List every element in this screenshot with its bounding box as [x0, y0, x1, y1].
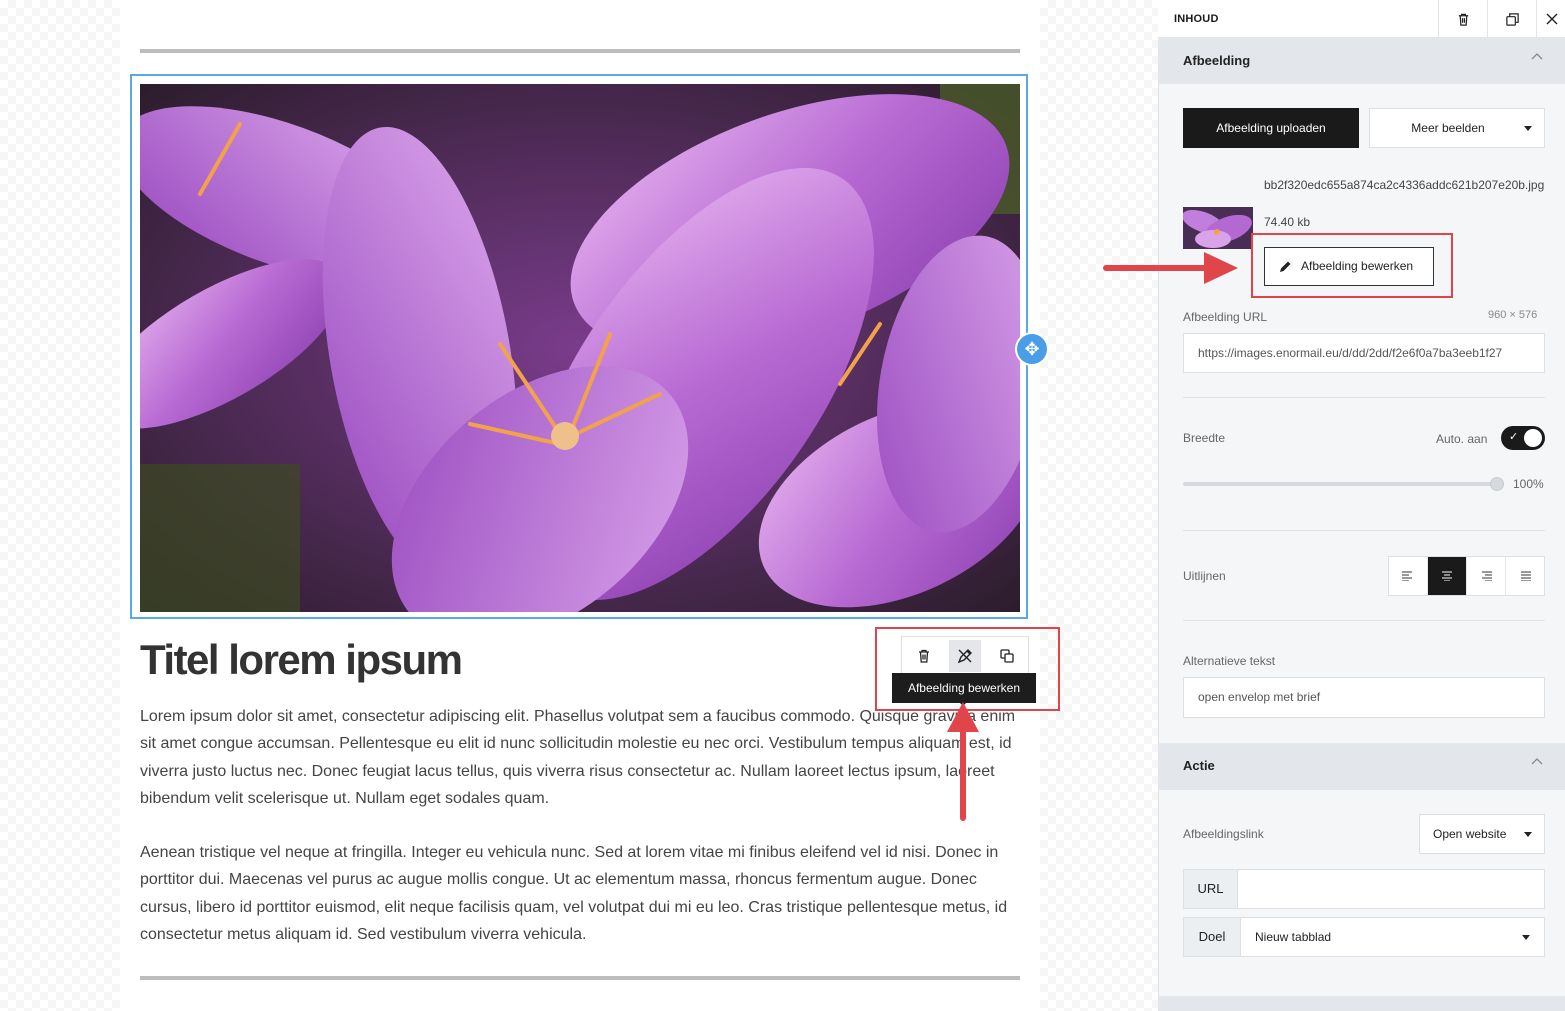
- align-center-button[interactable]: [1428, 557, 1467, 595]
- paragraph-1: Lorem ipsum dolor sit amet, consectetur …: [140, 708, 1016, 807]
- image-url-input[interactable]: https://images.enormail.eu/d/dd/2dd/f2e6…: [1183, 333, 1545, 373]
- chevron-up-icon: [1531, 758, 1543, 765]
- caret-down-icon: [1522, 935, 1530, 940]
- align-left-icon: [1402, 571, 1412, 581]
- auto-width-toggle[interactable]: ✓: [1501, 426, 1545, 450]
- width-slider-handle[interactable]: [1490, 477, 1504, 491]
- image-dimensions: 960 × 576: [1488, 309, 1538, 321]
- duplicate-icon: [1505, 12, 1519, 26]
- section-action-header[interactable]: Actie: [1158, 743, 1565, 790]
- image-url-label: Afbeelding URL: [1183, 310, 1268, 324]
- align-justify-icon: [1520, 571, 1531, 581]
- link-type-select[interactable]: Open website: [1419, 814, 1545, 854]
- url-addon-label: URL: [1183, 869, 1238, 909]
- thumbnail-photo: [1183, 207, 1253, 249]
- image-link-label: Afbeeldingslink: [1183, 827, 1264, 841]
- annotation-box-toolbar: [875, 627, 1060, 711]
- separator: [1183, 620, 1545, 621]
- caret-down-icon: [1524, 126, 1532, 131]
- separator: [1183, 530, 1545, 531]
- annotation-arrow-right: [1103, 252, 1238, 284]
- move-handle-icon[interactable]: ✥: [1017, 334, 1047, 364]
- image-thumbnail: [1183, 207, 1253, 249]
- alt-text-label: Alternatieve tekst: [1183, 654, 1276, 668]
- file-size: 74.40 kb: [1264, 215, 1311, 229]
- section-image-header[interactable]: Afbeelding: [1158, 38, 1565, 84]
- trash-icon: [1458, 13, 1468, 26]
- chevron-up-icon: [1531, 53, 1543, 60]
- target-addon-label: Doel: [1183, 917, 1241, 957]
- alt-text-input[interactable]: open envelop met brief: [1183, 677, 1545, 718]
- more-images-label: Meer beelden: [1411, 121, 1485, 135]
- tab-content[interactable]: INHOUD: [1174, 13, 1219, 25]
- caret-down-icon: [1524, 832, 1532, 837]
- width-label: Breedte: [1183, 431, 1226, 445]
- link-target-value: Nieuw tabblad: [1255, 930, 1332, 944]
- close-icon: [1546, 13, 1557, 25]
- align-left-button[interactable]: [1389, 557, 1428, 595]
- next-section-header[interactable]: [1158, 996, 1565, 1011]
- panel-duplicate-button[interactable]: [1487, 0, 1536, 38]
- align-justify-button[interactable]: [1506, 557, 1545, 595]
- toggle-knob: [1524, 429, 1542, 447]
- align-label: Uitlijnen: [1183, 569, 1226, 583]
- link-type-value: Open website: [1433, 827, 1507, 841]
- check-icon: ✓: [1509, 431, 1519, 443]
- panel-delete-button[interactable]: [1438, 0, 1487, 38]
- auto-width-label: Auto. aan: [1436, 432, 1488, 446]
- content-title: Titel lorem ipsum: [140, 636, 463, 683]
- align-center-icon: [1442, 571, 1452, 581]
- width-slider-track[interactable]: [1183, 482, 1496, 486]
- annotation-box-edit: [1251, 233, 1453, 298]
- link-url-input[interactable]: [1237, 869, 1545, 909]
- section-action-title: Actie: [1183, 758, 1215, 773]
- paragraph-2: Aenean tristique vel neque at fringilla.…: [140, 844, 1008, 943]
- separator: [1183, 397, 1545, 398]
- width-percent: 100%: [1513, 477, 1544, 491]
- section-image-title: Afbeelding: [1183, 53, 1251, 68]
- selected-image-frame: [130, 74, 1028, 619]
- more-images-dropdown[interactable]: Meer beelden: [1369, 108, 1545, 148]
- align-right-button[interactable]: [1467, 557, 1506, 595]
- alignment-group: [1388, 556, 1545, 596]
- file-name: bb2f320edc655a874ca2c4336addc621b207e20b…: [1264, 178, 1545, 192]
- annotation-arrow-up: [947, 702, 979, 821]
- settings-panel: [1158, 0, 1565, 1011]
- divider-bottom: [140, 976, 1020, 980]
- upload-image-button[interactable]: Afbeelding uploaden: [1183, 108, 1359, 148]
- divider-top: [140, 49, 1020, 53]
- align-right-icon: [1482, 571, 1492, 581]
- panel-close-button[interactable]: [1536, 0, 1565, 38]
- link-target-select[interactable]: Nieuw tabblad: [1240, 917, 1545, 957]
